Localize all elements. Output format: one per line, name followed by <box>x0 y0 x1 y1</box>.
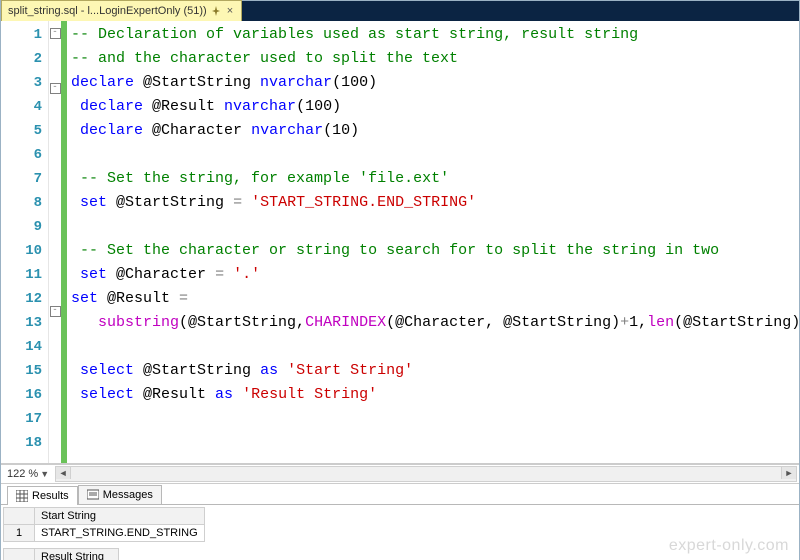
row-header[interactable]: 1 <box>4 525 35 542</box>
scroll-right-icon[interactable]: ► <box>781 467 796 479</box>
fold-toggle-icon[interactable]: - <box>50 83 61 94</box>
line-number-gutter: 123456 789101112 131415161718 <box>1 21 49 463</box>
horizontal-scrollbar[interactable]: ◄ ► <box>55 466 797 482</box>
row-header-corner <box>4 508 35 525</box>
code-editor[interactable]: 123456 789101112 131415161718 - - - -- D… <box>1 21 799 464</box>
tab-messages-label: Messages <box>103 489 153 501</box>
column-header[interactable]: Start String <box>35 508 205 525</box>
document-tab-strip: split_string.sql - l...LoginExpertOnly (… <box>1 1 799 21</box>
fold-gutter: - - - <box>49 21 61 463</box>
tab-results-label: Results <box>32 490 69 502</box>
chevron-down-icon: ▼ <box>40 469 49 479</box>
grid-icon <box>16 490 28 502</box>
tab-results[interactable]: Results <box>7 486 78 505</box>
document-tab-title: split_string.sql - l...LoginExpertOnly (… <box>8 5 207 17</box>
result-grid-2[interactable]: Result String 1 END_STRING <box>3 548 119 560</box>
result-cell[interactable]: START_STRING.END_STRING <box>35 525 205 542</box>
result-grid-1[interactable]: Start String 1 START_STRING.END_STRING <box>3 507 205 542</box>
fold-toggle-icon[interactable]: - <box>50 28 61 39</box>
fold-toggle-icon[interactable]: - <box>50 306 61 317</box>
editor-footer: 122 % ▼ ◄ ► <box>1 464 799 484</box>
row-header-corner <box>4 549 35 560</box>
zoom-value: 122 % <box>7 468 38 480</box>
messages-icon <box>87 489 99 501</box>
pin-icon[interactable] <box>211 6 221 16</box>
zoom-dropdown[interactable]: 122 % ▼ <box>1 468 53 480</box>
tab-messages[interactable]: Messages <box>78 485 162 505</box>
close-icon[interactable]: × <box>225 5 235 17</box>
code-text[interactable]: -- Declaration of variables used as star… <box>67 21 799 463</box>
results-tab-strip: Results Messages <box>1 484 799 505</box>
scroll-left-icon[interactable]: ◄ <box>56 467 71 479</box>
document-tab[interactable]: split_string.sql - l...LoginExpertOnly (… <box>1 0 242 21</box>
column-header[interactable]: Result String <box>35 549 119 560</box>
watermark: expert-only.com <box>669 537 789 555</box>
